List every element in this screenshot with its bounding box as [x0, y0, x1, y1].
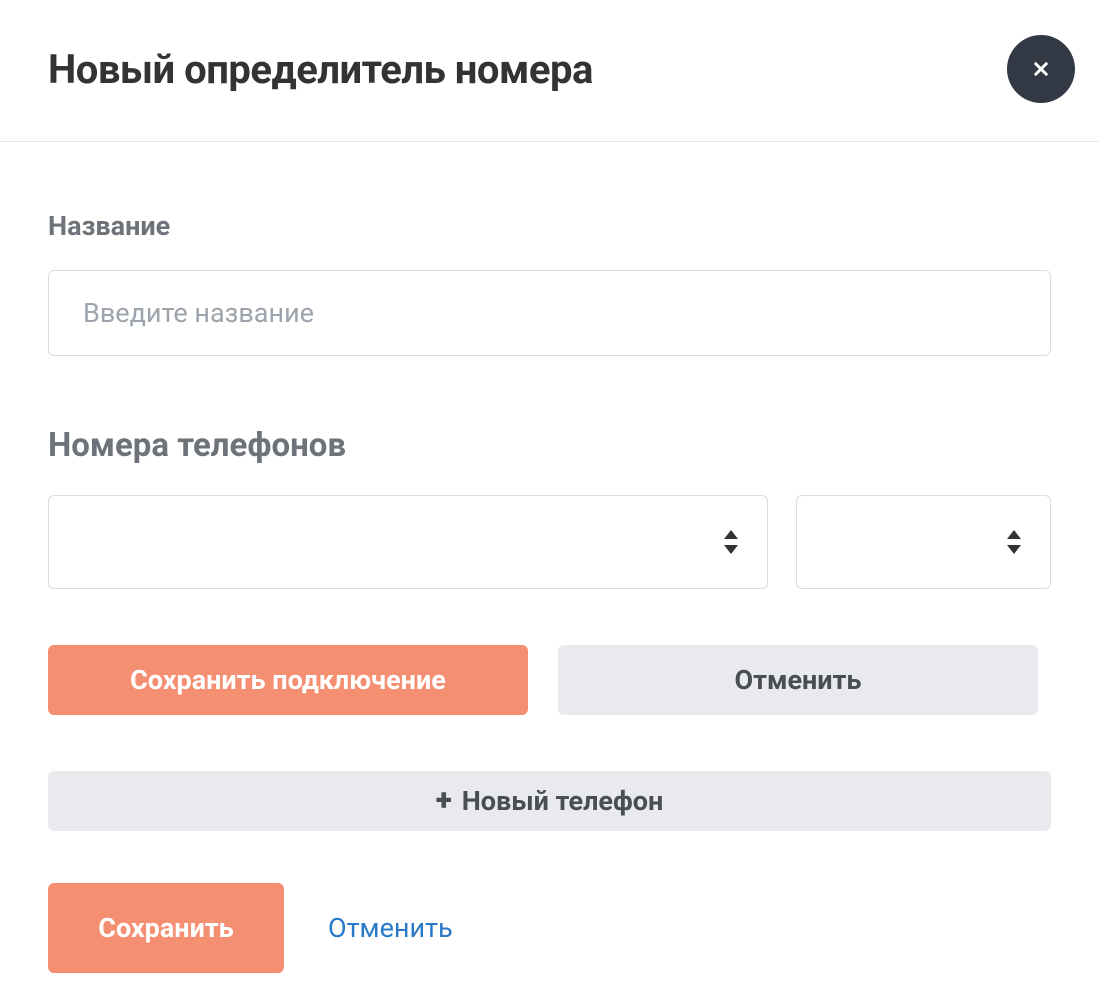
close-icon: [1032, 60, 1050, 78]
save-connection-button[interactable]: Сохранить подключение: [48, 645, 528, 715]
name-label: Название: [48, 210, 1051, 242]
connection-button-row: Сохранить подключение Отменить: [48, 645, 1051, 715]
phone-type-select[interactable]: [796, 495, 1051, 589]
modal-header: Новый определитель номера: [0, 0, 1099, 142]
phone-select-row: [48, 495, 1051, 589]
cancel-connection-button[interactable]: Отменить: [558, 645, 1038, 715]
close-button[interactable]: [1007, 35, 1075, 103]
phones-label: Номера телефонов: [48, 426, 1051, 465]
plus-icon: +: [436, 786, 452, 816]
phone-select[interactable]: [48, 495, 768, 589]
modal-body: Название Номера телефонов Сохранить подк…: [0, 142, 1099, 1005]
new-phone-button[interactable]: + Новый телефон: [48, 771, 1051, 831]
page-title: Новый определитель номера: [48, 46, 593, 93]
new-phone-label: Новый телефон: [462, 785, 664, 817]
name-input[interactable]: [48, 270, 1051, 356]
cancel-button[interactable]: Отменить: [328, 912, 453, 944]
